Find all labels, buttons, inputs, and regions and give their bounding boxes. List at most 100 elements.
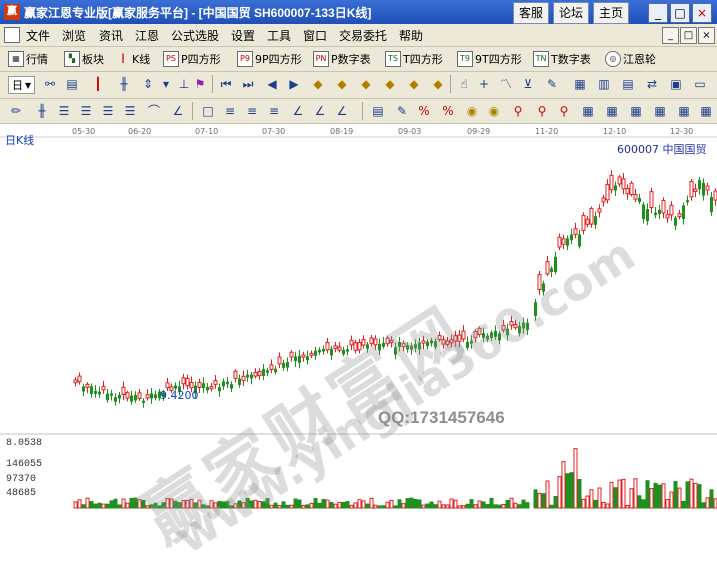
minimize-button[interactable]: _ bbox=[648, 3, 668, 23]
percent-icon[interactable]: % bbox=[416, 103, 432, 119]
angle-line-icon[interactable]: ∠ bbox=[290, 103, 306, 119]
data-icon[interactable]: ▤ bbox=[620, 76, 636, 92]
grid-tool-icon[interactable]: ▦ bbox=[698, 103, 714, 119]
pencil-icon[interactable]: ✏ bbox=[8, 103, 24, 119]
diamond-icon[interactable]: ◆ bbox=[334, 76, 350, 92]
level-icon[interactable]: ≡ bbox=[222, 103, 238, 119]
homepage-button[interactable]: 主页 bbox=[593, 2, 629, 24]
volume-bar bbox=[405, 498, 410, 509]
prev-icon[interactable]: ◀ bbox=[264, 76, 280, 92]
hlines-icon[interactable]: ☰ bbox=[56, 103, 72, 119]
close-button[interactable]: × bbox=[692, 3, 712, 23]
level-icon[interactable]: ≡ bbox=[244, 103, 260, 119]
indicator-icon[interactable]: ⇕ bbox=[140, 76, 156, 92]
grid-tool-icon[interactable]: ▦ bbox=[628, 103, 644, 119]
gann-tool-icon[interactable]: ⚲ bbox=[510, 103, 526, 119]
sector-button[interactable]: ▚ 板块 bbox=[64, 51, 104, 67]
candle-body bbox=[94, 390, 97, 394]
menu-gann[interactable]: 江恩 bbox=[135, 27, 159, 44]
candles-icon[interactable]: ┃ bbox=[90, 76, 106, 92]
menu-formula-screening[interactable]: 公式选股 bbox=[171, 27, 219, 44]
gann-wheel-button[interactable]: ◎ 江恩轮 bbox=[605, 51, 656, 67]
menu-file[interactable]: 文件 bbox=[26, 27, 50, 44]
period-selector[interactable]: 日 ▼ bbox=[8, 76, 36, 94]
grid-tool-icon[interactable]: ▦ bbox=[580, 103, 596, 119]
t-number-table-button[interactable]: TN T数字表 bbox=[533, 51, 591, 67]
9p-square-button[interactable]: P9 9P四方形 bbox=[237, 51, 302, 67]
gann-tool-icon[interactable]: ⚲ bbox=[556, 103, 572, 119]
last-icon[interactable]: ⏭ bbox=[240, 76, 256, 92]
bars-icon[interactable]: ╫ bbox=[116, 76, 132, 92]
notes-icon[interactable]: ▤ bbox=[64, 76, 80, 92]
forum-button[interactable]: 论坛 bbox=[553, 2, 589, 24]
report-icon[interactable]: ▤ bbox=[370, 103, 386, 119]
volume-bar bbox=[293, 498, 298, 509]
vertical-lines-icon[interactable]: ╫ bbox=[34, 103, 50, 119]
pen-icon[interactable]: ✎ bbox=[544, 76, 560, 92]
percent-icon[interactable]: % bbox=[440, 103, 456, 119]
diamond-icon[interactable]: ◆ bbox=[406, 76, 422, 92]
diamond-icon[interactable]: ◆ bbox=[310, 76, 326, 92]
diamond-icon[interactable]: ◆ bbox=[358, 76, 374, 92]
angle-line-icon[interactable]: ∠ bbox=[334, 103, 350, 119]
kline-button[interactable]: ┃ K线 bbox=[116, 51, 151, 67]
crosshair-icon[interactable]: + bbox=[476, 76, 492, 92]
menu-info[interactable]: 资讯 bbox=[99, 27, 123, 44]
table-icon[interactable]: ▥ bbox=[596, 76, 612, 92]
volume-bar bbox=[665, 498, 670, 509]
p-number-table-button[interactable]: PN P数字表 bbox=[313, 51, 371, 67]
menu-tools[interactable]: 工具 bbox=[267, 27, 291, 44]
flag-icon[interactable]: ⚑ bbox=[192, 76, 208, 92]
coin-icon[interactable]: ◉ bbox=[486, 103, 502, 119]
arc-icon[interactable]: ⌒ bbox=[146, 103, 162, 119]
dropdown-icon[interactable]: ▾ bbox=[158, 76, 174, 92]
candle-body bbox=[165, 382, 170, 389]
quotes-button[interactable]: ▦ 行情 bbox=[8, 51, 48, 67]
hand-icon[interactable]: ☝ bbox=[456, 76, 472, 92]
zigzag-icon[interactable]: 〽 bbox=[498, 76, 514, 92]
angle-icon[interactable]: ∠ bbox=[170, 103, 186, 119]
9t-square-button[interactable]: T9 9T四方形 bbox=[457, 51, 522, 67]
edit-icon[interactable]: ✎ bbox=[394, 103, 410, 119]
menu-browse[interactable]: 浏览 bbox=[62, 27, 86, 44]
level-icon[interactable]: ≡ bbox=[266, 103, 282, 119]
volume-bar bbox=[513, 502, 518, 509]
hlines-icon[interactable]: ☰ bbox=[100, 103, 116, 119]
volume-bar bbox=[553, 495, 558, 509]
monitor-icon[interactable]: ▭ bbox=[692, 76, 708, 92]
grid-tool-icon[interactable]: ▦ bbox=[604, 103, 620, 119]
volume-bar bbox=[409, 497, 414, 509]
grid-tool-icon[interactable]: ▦ bbox=[652, 103, 668, 119]
t-square-button[interactable]: TS T四方形 bbox=[385, 51, 443, 67]
menu-trade[interactable]: 交易委托 bbox=[339, 27, 387, 44]
sync-icon[interactable]: ⇄ bbox=[644, 76, 660, 92]
volume-bar bbox=[677, 487, 682, 509]
kline-chart-area[interactable]: 日K线 600007 中国国贸 9.4200 05-30 06-20 07-10… bbox=[0, 124, 717, 564]
box-icon[interactable]: □ bbox=[200, 103, 216, 119]
calendar-icon[interactable]: ▦ bbox=[572, 76, 588, 92]
hlines-icon[interactable]: ☰ bbox=[122, 103, 138, 119]
mdi-restore-button[interactable]: □ bbox=[680, 27, 697, 44]
window-icon[interactable]: ▣ bbox=[668, 76, 684, 92]
customer-service-button[interactable]: 客服 bbox=[513, 2, 549, 24]
maximize-button[interactable]: □ bbox=[670, 3, 690, 23]
next-icon[interactable]: ▶ bbox=[286, 76, 302, 92]
first-icon[interactable]: ⏮ bbox=[218, 76, 234, 92]
gann-tool-icon[interactable]: ⚲ bbox=[534, 103, 550, 119]
hlines-icon[interactable]: ☰ bbox=[78, 103, 94, 119]
fan-icon[interactable]: ⊻ bbox=[520, 76, 536, 92]
coin-icon[interactable]: ◉ bbox=[464, 103, 480, 119]
p-square-button[interactable]: PS P四方形 bbox=[163, 51, 221, 67]
angle-line-icon[interactable]: ∠ bbox=[312, 103, 328, 119]
menu-settings[interactable]: 设置 bbox=[231, 27, 255, 44]
adjust-icon[interactable]: ⊥ bbox=[176, 76, 192, 92]
mdi-close-button[interactable]: × bbox=[698, 27, 715, 44]
menu-window[interactable]: 窗口 bbox=[303, 27, 327, 44]
mdi-minimize-button[interactable]: _ bbox=[662, 27, 679, 44]
menu-help[interactable]: 帮助 bbox=[399, 27, 423, 44]
diamond-icon[interactable]: ◆ bbox=[382, 76, 398, 92]
document-icon bbox=[4, 27, 20, 43]
grid-tool-icon[interactable]: ▦ bbox=[676, 103, 692, 119]
diamond-icon[interactable]: ◆ bbox=[430, 76, 446, 92]
chart-mode-icon[interactable]: ⚯ bbox=[42, 76, 58, 92]
